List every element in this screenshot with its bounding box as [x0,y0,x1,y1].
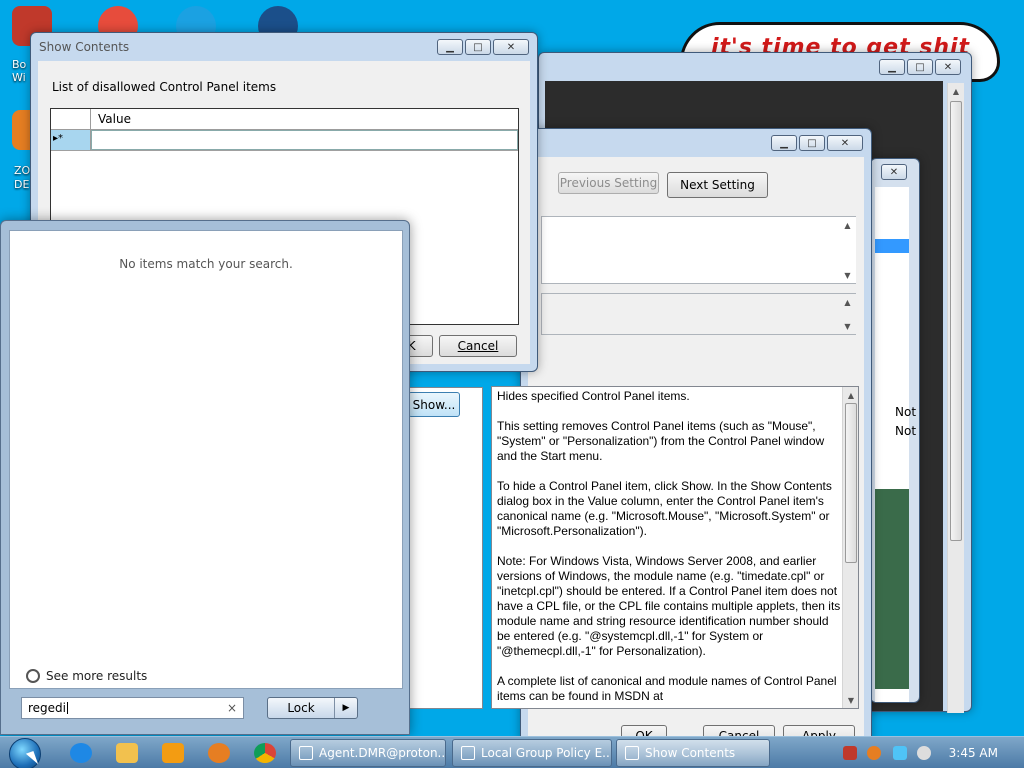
desktop-icon-label: Bo Wi [12,58,27,84]
lock-button[interactable]: Lock ▶ [267,697,358,719]
search-value: regedi [28,701,67,715]
window-icon [625,746,639,760]
cancel-button[interactable]: Cancel [439,335,517,357]
power-options-arrow-icon[interactable]: ▶ [335,698,357,718]
scroll-up-arrow[interactable]: ▲ [839,294,856,310]
search-icon [26,669,40,683]
previous-setting-button[interactable]: Previous Setting [558,172,659,194]
scroll-thumb[interactable] [845,403,857,563]
help-paragraph: To hide a Control Panel item, click Show… [497,479,832,538]
scroll-up-arrow[interactable]: ▲ [843,387,858,403]
desktop-icon-label: ZO DE [14,164,31,191]
media-player-icon[interactable] [162,743,184,763]
see-more-results-link[interactable]: See more results [26,669,147,683]
scroll-thumb[interactable] [950,101,962,541]
next-setting-button[interactable]: Next Setting [667,172,768,198]
maximize-button[interactable]: □ [907,59,933,75]
new-row-marker: ▸* [51,130,91,150]
help-text: Hides specified Control Panel items. Thi… [497,389,842,708]
search-input[interactable]: regedi × [21,697,244,719]
title-bar[interactable]: ▁ □ ✕ [521,129,871,157]
supported-on-box [541,293,856,335]
taskbar-item-group-policy[interactable]: Local Group Policy E... [452,739,612,767]
see-more-label: See more results [46,669,148,683]
window-icon [299,746,313,760]
search-results-pane: No items match your search. See more res… [9,230,403,689]
taskbar-item-show-contents[interactable]: Show Contents [616,739,770,767]
list-window[interactable]: ✕ Not Not [870,158,920,703]
search-tray-icon[interactable] [867,746,881,760]
clock[interactable]: 3:45 AM [949,746,998,760]
help-paragraph: Hides specified Control Panel items. [497,389,690,403]
task-label: Show Contents [645,746,736,760]
close-button[interactable]: ✕ [935,59,961,75]
green-area [875,489,909,689]
app-icon[interactable] [208,743,230,763]
help-text-box[interactable]: Hides specified Control Panel items. Thi… [491,386,859,709]
minimize-button[interactable]: ▁ [437,39,463,55]
window-title: Show Contents [39,40,130,54]
scroll-down-arrow[interactable]: ▼ [839,318,856,334]
explorer-folder-icon[interactable] [116,743,138,763]
no-results-text: No items match your search. [119,257,293,271]
task-label: Agent.DMR@proton... [319,746,446,760]
lock-label[interactable]: Lock [268,698,335,718]
title-bar[interactable]: ▁ □ ✕ [539,53,971,81]
task-label: Local Group Policy E... [481,746,612,760]
status-text-1: Not [895,405,917,419]
maximize-button[interactable]: □ [465,39,491,55]
antivirus-tray-icon[interactable] [843,746,857,760]
list-selection [875,239,909,253]
value-cell[interactable] [91,130,518,150]
supported-scrollbar[interactable]: ▲ ▼ [839,294,856,334]
vertical-scrollbar[interactable]: ▲ [947,83,964,713]
maximize-button[interactable]: □ [799,135,825,151]
scroll-up-arrow[interactable]: ▲ [948,83,964,99]
text-cursor [67,702,69,714]
taskbar: Agent.DMR@proton... Local Group Policy E… [0,736,1024,768]
help-paragraph: A complete list of canonical and module … [497,674,837,703]
column-header-value[interactable]: Value [91,109,138,129]
clear-search-icon[interactable]: × [227,701,237,715]
help-paragraph: This setting removes Control Panel items… [497,419,825,463]
scroll-up-arrow[interactable]: ▲ [839,217,856,233]
comment-box[interactable] [541,216,856,284]
show-button[interactable]: Show... [408,392,460,417]
title-bar[interactable]: Show Contents ▁ □ ✕ [31,33,537,61]
chrome-icon[interactable] [254,743,276,763]
start-menu[interactable]: No items match your search. See more res… [0,220,410,735]
minimize-button[interactable]: ▁ [771,135,797,151]
row-header-cell [51,109,91,129]
scroll-down-arrow[interactable]: ▼ [839,267,856,283]
help-paragraph: Note: For Windows Vista, Windows Server … [497,554,841,658]
list-caption: List of disallowed Control Panel items [52,80,277,94]
taskbar-item-agent[interactable]: Agent.DMR@proton... [290,739,446,767]
options-panel [409,387,483,709]
monitor-tray-icon[interactable] [893,746,907,760]
internet-explorer-icon[interactable] [70,743,92,763]
minimize-button[interactable]: ▁ [879,59,905,75]
status-text-2: Not [895,424,917,438]
close-button[interactable]: ✕ [493,39,529,55]
comment-scrollbar[interactable]: ▲ ▼ [839,217,856,283]
grid-header: Value [51,109,518,130]
new-row[interactable]: ▸* [51,130,518,151]
close-button[interactable]: ✕ [827,135,863,151]
window-icon [461,746,475,760]
close-button[interactable]: ✕ [881,164,907,180]
scroll-down-arrow[interactable]: ▼ [843,692,858,708]
volume-tray-icon[interactable] [917,746,931,760]
help-scrollbar[interactable]: ▲ ▼ [842,387,858,708]
